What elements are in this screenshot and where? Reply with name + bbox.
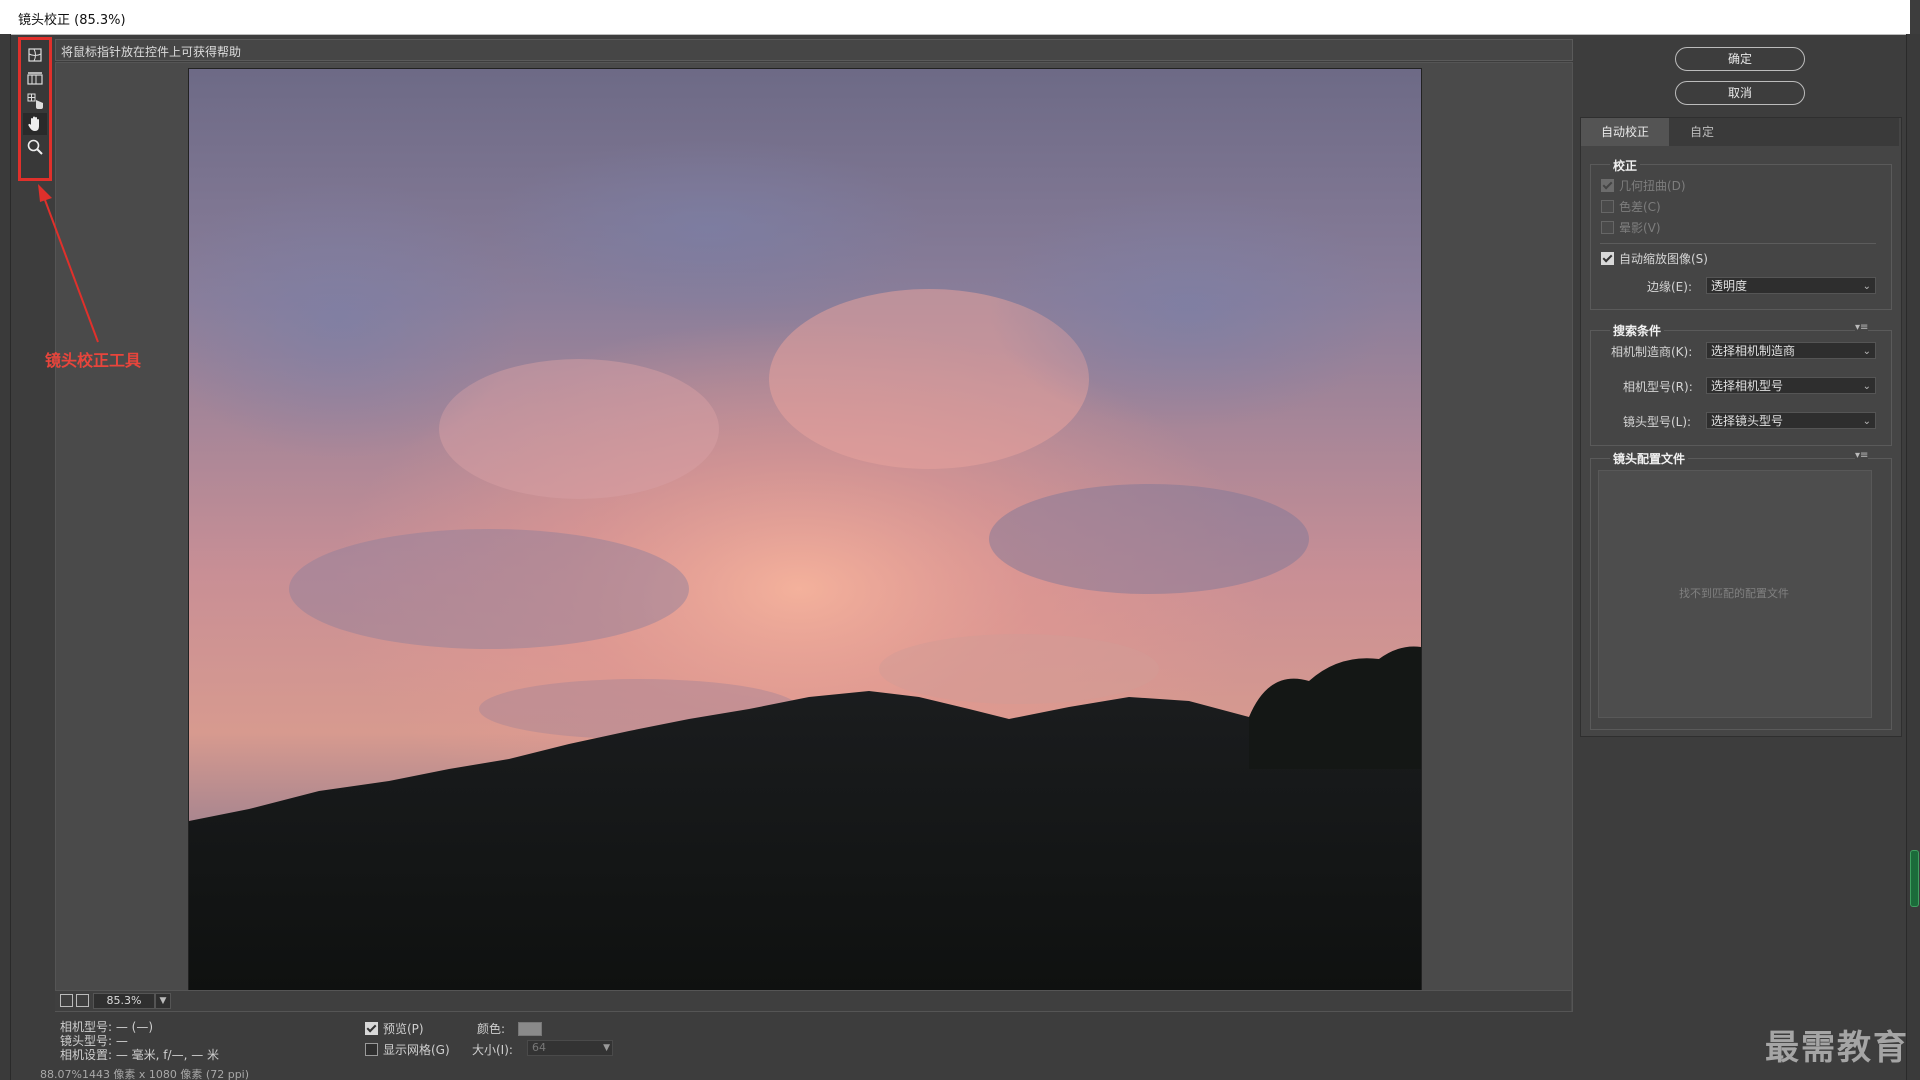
straighten-icon: [27, 72, 43, 85]
zoom-level-field[interactable]: 85.3%: [93, 993, 155, 1009]
show-grid-label: 显示网格(G): [383, 1043, 450, 1057]
move-grid-icon: [27, 93, 43, 109]
help-hint-bar: 将鼠标指针放在控件上可获得帮助: [55, 39, 1573, 61]
lens-model-select[interactable]: 选择镜头型号 ⌄: [1706, 412, 1876, 429]
straighten-tool[interactable]: [23, 67, 47, 89]
camera-model-value: 选择相机型号: [1711, 379, 1784, 393]
document-status: 88.07%1443 像素 x 1080 像素 (72 ppi): [40, 1068, 250, 1080]
hand-icon: [28, 116, 39, 131]
edge-select[interactable]: 透明度 ⌄: [1706, 277, 1876, 294]
grid-size-dropdown-icon[interactable]: ▼: [603, 1041, 610, 1055]
chevron-down-icon: ⌄: [1862, 416, 1871, 427]
correction-heading: 校正: [1610, 157, 1641, 174]
camera-maker-value: 选择相机制造商: [1711, 344, 1796, 358]
search-criteria-menu-icon[interactable]: ▾≡: [1855, 322, 1869, 333]
grid-size-field[interactable]: 64 ▼: [527, 1040, 613, 1056]
grid-size-label: 大小(I):: [472, 1043, 513, 1057]
edge-select-value: 透明度: [1711, 279, 1748, 293]
auto-scale-label: 自动缩放图像(S): [1619, 252, 1708, 266]
scroll-indicator[interactable]: [1910, 850, 1919, 907]
chevron-down-icon: ⌄: [1862, 281, 1871, 292]
hand-tool[interactable]: [23, 113, 47, 135]
camera-model-select[interactable]: 选择相机型号 ⌄: [1706, 377, 1876, 394]
lens-profile-menu-icon[interactable]: ▾≡: [1855, 450, 1869, 461]
vignette-checkbox[interactable]: [1601, 221, 1614, 234]
search-criteria-heading: 搜索条件: [1610, 322, 1665, 339]
sunset-photo: [189, 69, 1421, 991]
remove-distortion-icon: [28, 48, 42, 62]
remove-distortion-tool[interactable]: [23, 44, 47, 66]
chromatic-aberration-checkbox[interactable]: [1601, 200, 1614, 213]
right-edge-strip: [1906, 34, 1920, 1080]
annotation-label: 镜头校正工具: [45, 351, 142, 370]
grid-size-value: 64: [532, 1041, 546, 1054]
grid-color-swatch[interactable]: [518, 1022, 542, 1036]
zoom-dropdown-icon[interactable]: ▼: [155, 993, 171, 1009]
preview-label: 预览(P): [383, 1022, 424, 1036]
vignette-label: 晕影(V): [1619, 221, 1661, 235]
auto-scale-checkbox[interactable]: [1601, 252, 1614, 265]
ok-button[interactable]: 确定: [1675, 47, 1805, 71]
chevron-down-icon: ⌄: [1862, 346, 1871, 357]
move-grid-tool[interactable]: [23, 90, 47, 112]
zoom-bar: 85.3% ▼: [55, 990, 1571, 1011]
chromatic-aberration-label: 色差(C): [1619, 200, 1661, 214]
chevron-down-icon: ⌄: [1862, 381, 1871, 392]
lens-model-value: 选择镜头型号: [1711, 414, 1784, 428]
magnifier-icon: [27, 139, 43, 155]
divider: [1600, 243, 1876, 244]
zoom-in-button[interactable]: [76, 994, 89, 1007]
camera-maker-select[interactable]: 选择相机制造商 ⌄: [1706, 342, 1876, 359]
geometric-distortion-label: 几何扭曲(D): [1619, 179, 1686, 193]
annotation-arrow: [38, 184, 99, 343]
preview-image[interactable]: [188, 68, 1422, 992]
zoom-out-button[interactable]: [60, 994, 73, 1007]
help-hint-text: 将鼠标指针放在控件上可获得帮助: [61, 45, 242, 59]
camera-maker-label: 相机制造商(K):: [1611, 345, 1693, 359]
lens-profile-heading: 镜头配置文件: [1610, 450, 1689, 467]
grid-color-label: 颜色:: [477, 1022, 506, 1036]
cancel-button[interactable]: 取消: [1675, 81, 1805, 105]
camera-model-label: 相机型号(R):: [1623, 380, 1693, 394]
no-profile-message: 找不到匹配的配置文件: [1679, 587, 1789, 600]
tab-auto-correction[interactable]: 自动校正: [1581, 118, 1669, 146]
zoom-tool[interactable]: [23, 136, 47, 158]
show-grid-checkbox[interactable]: [365, 1043, 378, 1056]
watermark: 最需教育: [1765, 1028, 1909, 1068]
camera-settings-info: 相机设置: — 毫米, f/—, — 米: [60, 1048, 220, 1062]
title-bar: 镜头校正 (85.3%): [0, 0, 1910, 35]
preview-checkbox[interactable]: [365, 1022, 378, 1035]
tab-custom[interactable]: 自定: [1669, 118, 1735, 146]
geometric-distortion-checkbox[interactable]: [1601, 179, 1614, 192]
edge-label: 边缘(E):: [1647, 280, 1692, 294]
lens-correction-toolbox: [18, 37, 52, 181]
lens-model-label: 镜头型号(L):: [1623, 415, 1692, 429]
window-title: 镜头校正 (85.3%): [18, 13, 126, 28]
settings-tabs: 自动校正 自定: [1581, 118, 1899, 146]
left-edge-strip: [0, 34, 11, 1080]
